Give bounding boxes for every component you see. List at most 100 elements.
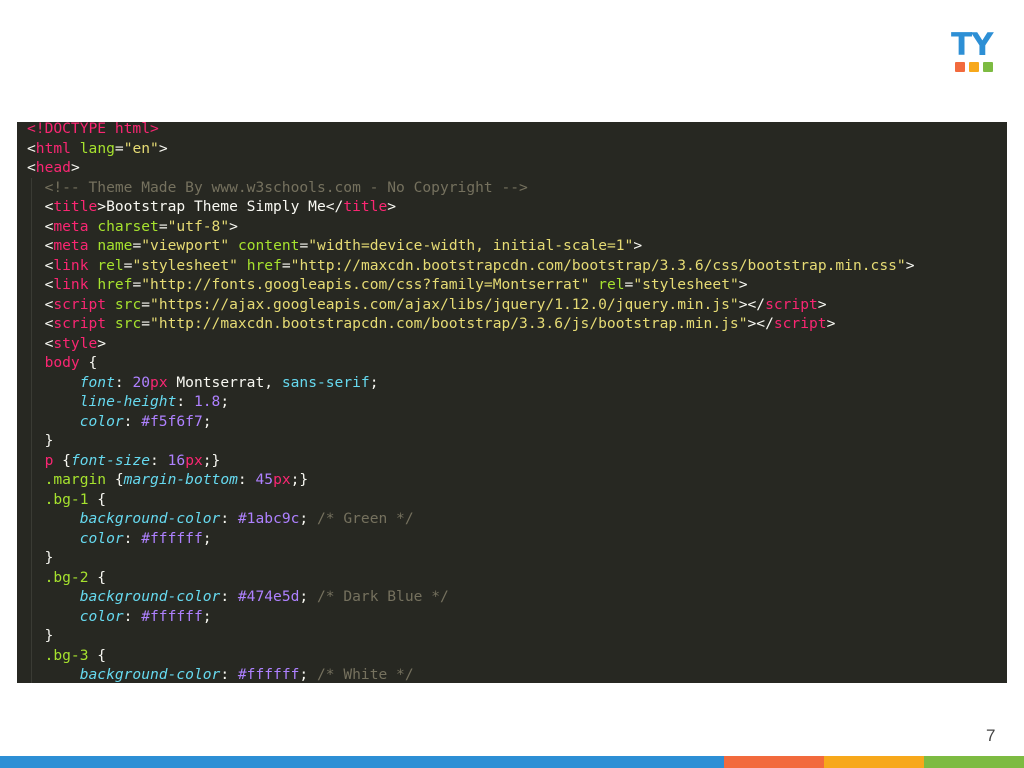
code-token: = bbox=[281, 256, 291, 274]
code-token: "stylesheet" bbox=[633, 276, 739, 293]
code-token: "width=device-width, initial-scale=1" bbox=[308, 237, 634, 254]
code-token: background-color bbox=[79, 510, 221, 527]
code-token: script bbox=[53, 295, 107, 313]
code-token: Montserrat, bbox=[167, 373, 282, 391]
code-token: meta bbox=[53, 237, 89, 254]
code-token: ; bbox=[202, 529, 212, 547]
indent-guide bbox=[31, 509, 32, 529]
code-line: .bg-2 { bbox=[27, 567, 915, 587]
code-token: = bbox=[299, 237, 309, 254]
code-token: px bbox=[185, 451, 203, 469]
indent-guide bbox=[31, 626, 32, 646]
code-line: background-color: #1abc9c; /* Green */ bbox=[27, 509, 915, 529]
code-token: ;} bbox=[290, 471, 309, 488]
code-token: 45 bbox=[255, 471, 274, 488]
footer-segment-orange bbox=[724, 756, 824, 768]
code-token: > bbox=[387, 198, 397, 215]
code-token: ; bbox=[369, 373, 379, 391]
code-token: color bbox=[79, 607, 124, 625]
indent-guide bbox=[31, 177, 32, 197]
indent-guide bbox=[31, 333, 32, 353]
code-token: #f5f6f7 bbox=[141, 412, 203, 430]
footer-segment-blue bbox=[0, 756, 724, 768]
code-line: <link rel="stylesheet" href="http://maxc… bbox=[27, 255, 915, 275]
indent-guide bbox=[31, 314, 32, 334]
code-token: <!DOCTYPE html> bbox=[27, 122, 159, 137]
code-line: .bg-1 { bbox=[27, 489, 915, 509]
code-line: } bbox=[27, 626, 915, 646]
code-token: #ffffff bbox=[237, 666, 300, 683]
code-token: "en" bbox=[123, 139, 159, 157]
footer-segment-yellow bbox=[824, 756, 924, 768]
indent-guide bbox=[31, 489, 32, 509]
code-token: script bbox=[773, 315, 827, 332]
code-line: <!-- Theme Made By www.w3schools.com - N… bbox=[27, 177, 915, 197]
code-line: <html lang="en"> bbox=[27, 139, 915, 159]
code-token: < bbox=[27, 159, 36, 176]
code-line: } bbox=[27, 548, 915, 568]
code-token: : bbox=[123, 607, 142, 625]
indent-guide bbox=[31, 606, 32, 626]
code-token: body bbox=[44, 354, 80, 371]
indent-guide bbox=[31, 645, 32, 665]
code-token: script bbox=[53, 315, 107, 332]
code-token: content bbox=[237, 237, 300, 254]
code-token: margin-bottom bbox=[123, 471, 238, 488]
code-token: { bbox=[88, 568, 107, 586]
code-token: <!-- Theme Made By www.w3schools.com - N… bbox=[44, 178, 528, 196]
code-token: : bbox=[123, 529, 142, 547]
logo-bar-orange bbox=[955, 62, 965, 72]
code-line: p {font-size: 16px;} bbox=[27, 450, 915, 470]
code-token: "stylesheet" bbox=[132, 256, 238, 274]
code-line: line-height: 1.8; bbox=[27, 392, 915, 412]
code-token: = bbox=[141, 295, 151, 313]
code-token: > bbox=[70, 159, 80, 176]
indent-guide bbox=[31, 236, 32, 256]
code-token: .margin bbox=[44, 471, 107, 488]
code-line: .bg-3 { bbox=[27, 645, 915, 665]
code-token: .bg-1 bbox=[44, 490, 89, 508]
code-token: 20 bbox=[132, 373, 151, 391]
code-token: link bbox=[53, 276, 89, 293]
indent-guide bbox=[31, 255, 32, 275]
code-token: = bbox=[132, 237, 142, 254]
code-token: : bbox=[220, 666, 238, 683]
code-screenshot: <!DOCTYPE html> <html lang="en"> <head> <!… bbox=[17, 122, 1007, 683]
code-token: > bbox=[229, 217, 238, 235]
code-token: ></ bbox=[738, 295, 766, 313]
code-line: color: #ffffff; bbox=[27, 528, 915, 548]
code-token: ; bbox=[202, 607, 212, 625]
code-token: : bbox=[150, 451, 168, 469]
code-token: background-color bbox=[79, 666, 221, 683]
code-line: font: 20px Montserrat, sans-serif; bbox=[27, 372, 915, 392]
code-token: script bbox=[765, 295, 818, 313]
code-token: : bbox=[114, 373, 133, 391]
indent-guide bbox=[31, 450, 32, 470]
code-line: <script src="https://ajax.googleapis.com… bbox=[27, 294, 915, 314]
page-number: 7 bbox=[986, 726, 996, 745]
indent-guide bbox=[31, 528, 32, 548]
code-token: { bbox=[88, 490, 107, 508]
indent-guide bbox=[31, 548, 32, 568]
code-line: <!DOCTYPE html> bbox=[27, 122, 915, 139]
logo-bar-yellow bbox=[969, 62, 979, 72]
code-token: = bbox=[132, 276, 142, 293]
code-token: < bbox=[27, 139, 36, 157]
code-token: link bbox=[53, 256, 89, 274]
code-token: href bbox=[97, 276, 133, 293]
code-token: charset bbox=[97, 217, 159, 235]
indent-guide bbox=[31, 216, 32, 236]
